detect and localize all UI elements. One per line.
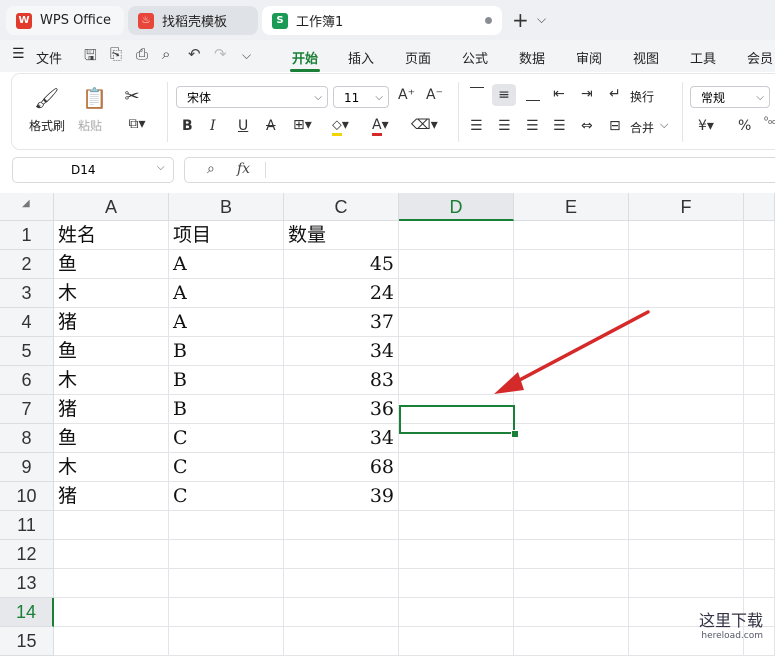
- watermark: 这里下载 hereload.com: [699, 607, 763, 641]
- watermark-text: 这里下载: [698, 611, 763, 630]
- watermark-url: hereload.com: [701, 631, 763, 641]
- annotation-arrow: [494, 310, 650, 394]
- arrow-head: [494, 372, 524, 394]
- arrow-shaft: [510, 310, 650, 386]
